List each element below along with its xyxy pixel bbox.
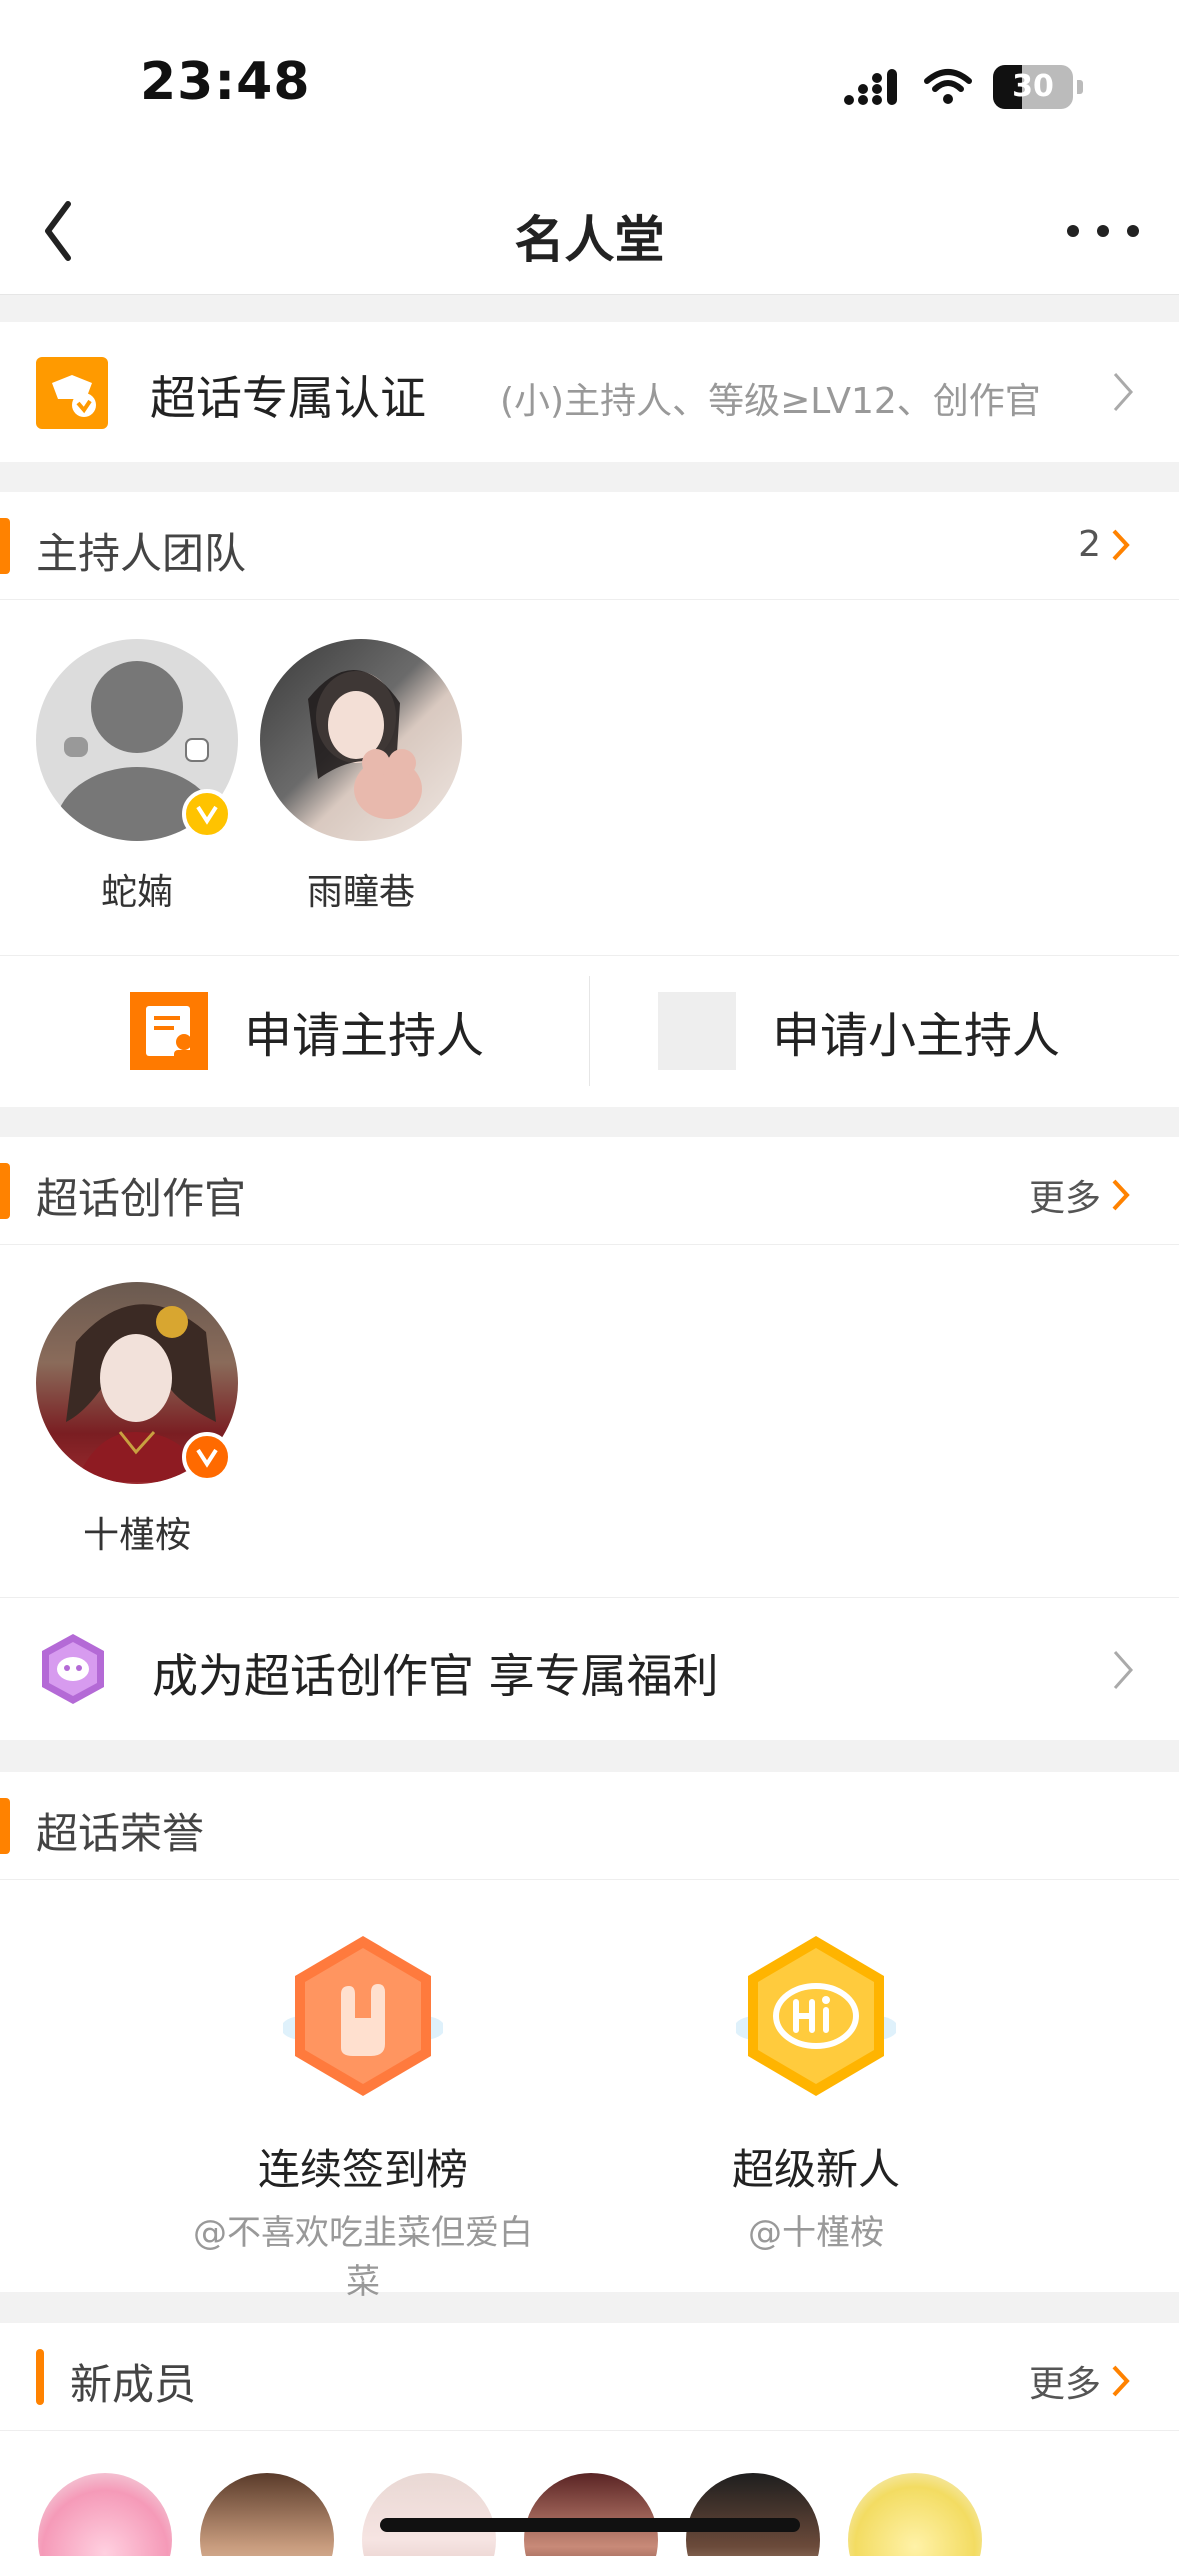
- creator-badge-icon: [182, 1432, 232, 1482]
- host-member[interactable]: 雨瞳巷: [260, 639, 462, 915]
- chevron-right-icon: [1112, 529, 1130, 560]
- avatar-photo: [308, 669, 422, 819]
- creator-promo-label: 成为超话创作官 享专属福利: [152, 1649, 719, 1703]
- creator-member[interactable]: 十槿桉: [36, 1282, 238, 1558]
- creator-promo-badge-icon: [42, 1634, 104, 1704]
- creator-promo-row[interactable]: 成为超话创作官 享专属福利: [0, 1597, 1179, 1740]
- host-team-count: 2: [1078, 524, 1101, 565]
- certification-title: 超话专属认证: [150, 371, 426, 425]
- rock-hand-badge-icon: [281, 1936, 445, 2096]
- battery-level: 30: [1012, 69, 1054, 104]
- member-avatar[interactable]: [200, 2473, 334, 2556]
- host-team-title: 主持人团队: [36, 529, 247, 578]
- honor-title: 连续签到榜: [257, 2145, 468, 2194]
- creators-title: 超话创作官: [36, 1174, 247, 1223]
- new-members-more-link[interactable]: 更多: [1029, 2355, 1131, 2407]
- member-avatar[interactable]: [686, 2473, 820, 2556]
- signal-icon: [844, 69, 897, 105]
- creators-header[interactable]: 超话创作官 更多: [0, 1137, 1179, 1245]
- honor-user: @不喜欢吃韭菜但爱白菜: [193, 2213, 533, 2302]
- status-icons: 30: [843, 62, 1083, 112]
- battery-icon: 30: [993, 65, 1073, 109]
- host-member[interactable]: 蛇婻: [36, 639, 238, 915]
- hi-badge-icon: [734, 1936, 898, 2096]
- new-members-header[interactable]: 新成员 更多: [0, 2323, 1179, 2431]
- honors-header: 超话荣誉: [0, 1772, 1179, 1880]
- nav-bar: 名人堂: [0, 170, 1179, 295]
- honor-item[interactable]: 连续签到榜 @不喜欢吃韭菜但爱白菜: [183, 1932, 543, 2303]
- host-team-count-link[interactable]: 2: [1078, 524, 1131, 565]
- home-indicator: [380, 2518, 800, 2532]
- status-bar: 23:48 30: [0, 0, 1179, 170]
- member-avatar[interactable]: [848, 2473, 982, 2556]
- verified-badge-icon: [182, 789, 232, 839]
- honor-title: 超级新人: [731, 2145, 900, 2194]
- apply-host-label: 申请主持人: [244, 1008, 485, 1064]
- host-team-header[interactable]: 主持人团队 2: [0, 492, 1179, 600]
- apply-small-host-icon: [658, 992, 736, 1070]
- honors-section: 超话荣誉 连续签到榜 @不喜欢吃韭菜但爱白菜 超级新人 @十槿桉: [0, 1772, 1179, 2302]
- certification-icon: [36, 357, 108, 429]
- apply-row: 申请主持人 申请小主持人: [0, 955, 1179, 1105]
- host-member-name: 雨瞳巷: [306, 872, 415, 913]
- certification-subtitle: (小)主持人、等级≥LV12、创作官: [500, 381, 1041, 422]
- wifi-icon: [924, 69, 972, 104]
- section-accent-bar: [36, 2349, 44, 2405]
- certification-row[interactable]: 超话专属认证 (小)主持人、等级≥LV12、创作官: [0, 322, 1179, 462]
- member-avatar[interactable]: [362, 2473, 496, 2556]
- member-avatar[interactable]: [524, 2473, 658, 2556]
- host-member-name: 蛇婻: [100, 872, 173, 913]
- section-accent-bar: [0, 518, 10, 574]
- chevron-right-icon: [1113, 373, 1134, 411]
- section-accent-bar: [0, 1798, 10, 1854]
- apply-host-button[interactable]: 申请主持人: [130, 956, 484, 1106]
- honor-item[interactable]: 超级新人 @十槿桉: [636, 1932, 996, 2254]
- apply-host-icon: [130, 992, 208, 1070]
- chevron-right-icon: [1112, 1179, 1130, 1211]
- honors-title: 超话荣誉: [36, 1809, 205, 1858]
- more-dots-icon[interactable]: [1063, 216, 1143, 246]
- chevron-right-icon: [1112, 2365, 1130, 2397]
- chevron-right-icon: [1113, 1651, 1134, 1689]
- status-time: 23:48: [140, 52, 311, 112]
- page-title: 名人堂: [514, 211, 665, 269]
- divider: [589, 976, 590, 1086]
- creators-section: 超话创作官 更多 十槿桉 成为超话创作官 享专属福利: [0, 1137, 1179, 1740]
- apply-small-host-label: 申请小主持人: [772, 1008, 1061, 1064]
- creator-member-name: 十槿桉: [82, 1515, 191, 1556]
- more-label: 更多: [1028, 1178, 1101, 1219]
- host-team-section: 主持人团队 2 蛇婻 雨瞳巷 申请主持人 申请小主持人: [0, 492, 1179, 1107]
- honor-user: @十槿桉: [748, 2213, 884, 2253]
- more-label: 更多: [1028, 2364, 1101, 2405]
- member-avatar[interactable]: [38, 2473, 172, 2556]
- apply-small-host-button[interactable]: 申请小主持人: [658, 956, 1060, 1106]
- creators-more-link[interactable]: 更多: [1029, 1169, 1131, 1221]
- new-members-title: 新成员: [70, 2360, 197, 2409]
- section-accent-bar: [0, 1163, 10, 1219]
- new-members-list: [38, 2473, 982, 2556]
- avatar: [260, 639, 462, 841]
